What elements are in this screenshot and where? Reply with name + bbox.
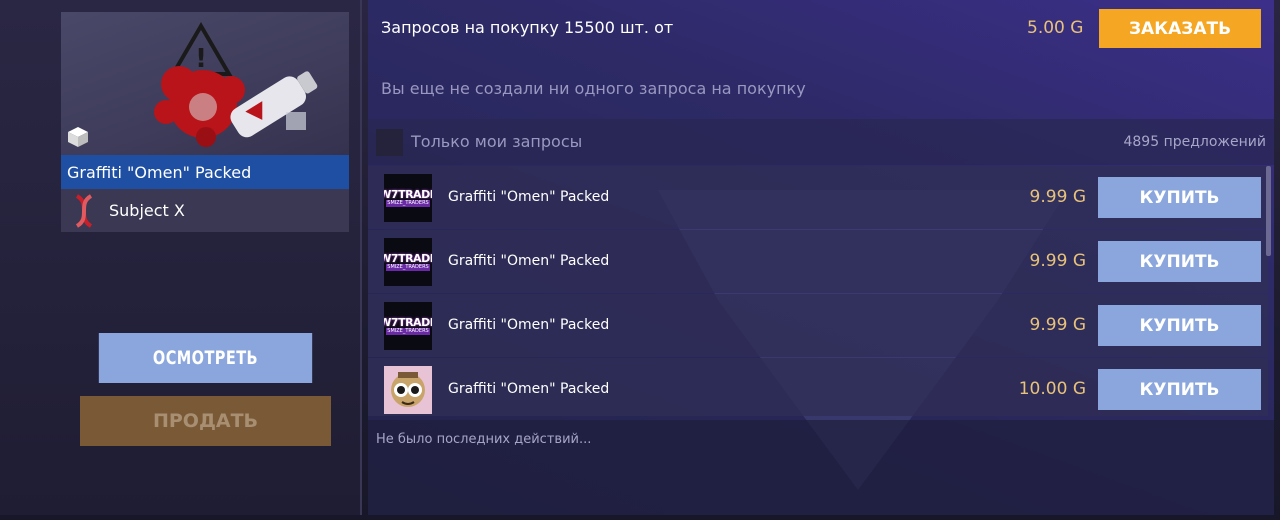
listing-price-value: 9.99	[1029, 251, 1068, 271]
listing-name: Graffiti "Omen" Packed	[448, 189, 610, 205]
svg-text:!: !	[195, 44, 207, 74]
graffiti-artwork: !	[154, 22, 318, 147]
graffiti-omen-spray-image: !	[61, 12, 349, 155]
seller-avatar: W7TRADE SMIZE_TRADERS	[384, 174, 432, 222]
gold-currency-icon: G	[1072, 187, 1086, 207]
listing-price-value: 10.00	[1018, 379, 1068, 399]
buy-button[interactable]: КУПИТЬ	[1098, 305, 1261, 346]
gold-currency-icon: G	[1070, 18, 1084, 38]
only-mine-checkbox[interactable]	[376, 129, 403, 156]
listing-row: W7TRADE SMIZE_TRADERS Graffiti "Omen" Pa…	[368, 230, 1268, 293]
item-info-panel: ! Graffiti "Omen" Packed Subject X ОСМОТ…	[0, 0, 362, 515]
listings-scrollbar[interactable]	[1266, 166, 1271, 256]
item-name: Graffiti "Omen" Packed	[61, 155, 349, 189]
avatar-subtext: SMIZE_TRADERS	[386, 328, 430, 335]
recent-activity-text: Не было последних действий...	[376, 432, 592, 447]
listing-price-value: 9.99	[1029, 315, 1068, 335]
cartoon-character-icon	[384, 366, 432, 414]
avatar-subtext: SMIZE_TRADERS	[386, 200, 430, 207]
request-price-value: 5.00	[1027, 18, 1065, 38]
listing-row: Graffiti "Omen" Packed 10.00 G КУПИТЬ	[368, 358, 1268, 416]
recent-activity-bar: Не было последних действий...	[368, 420, 1274, 515]
seller-avatar: W7TRADE SMIZE_TRADERS	[384, 302, 432, 350]
listing-name: Graffiti "Omen" Packed	[448, 253, 610, 269]
avatar-subtext: SMIZE_TRADERS	[386, 264, 430, 271]
item-card: ! Graffiti "Omen" Packed Subject X	[61, 12, 349, 232]
listing-name: Graffiti "Omen" Packed	[448, 317, 610, 333]
listing-row: W7TRADE SMIZE_TRADERS Graffiti "Omen" Pa…	[368, 294, 1268, 357]
listing-price: 10.00 G	[1019, 379, 1086, 399]
offers-count: 4895 предложений	[1123, 134, 1266, 150]
inspect-button-label: ОСМОТРЕТЬ	[152, 347, 259, 369]
filter-bar: Только мои запросы 4895 предложений	[368, 119, 1274, 165]
inspect-button[interactable]: ОСМОТРЕТЬ	[98, 333, 313, 383]
gold-currency-icon: G	[1072, 315, 1086, 335]
collection-name: Subject X	[109, 201, 185, 220]
listing-row: W7TRADE SMIZE_TRADERS Graffiti "Omen" Pa…	[368, 166, 1268, 229]
collection-row: Subject X	[61, 189, 349, 232]
avatar-text: W7TRADE	[384, 316, 432, 329]
listing-price: 9.99 G	[1030, 251, 1086, 271]
sell-button[interactable]: ПРОДАТЬ	[80, 396, 331, 446]
no-requests-message: Вы еще не создали ни одного запроса на п…	[381, 79, 806, 98]
buy-button[interactable]: КУПИТЬ	[1098, 241, 1261, 282]
buy-requests-text: Запросов на покупку 15500 шт. от	[381, 18, 674, 37]
buy-button-label: КУПИТЬ	[1139, 315, 1220, 336]
listings-list: W7TRADE SMIZE_TRADERS Graffiti "Omen" Pa…	[368, 166, 1268, 416]
buy-button[interactable]: КУПИТЬ	[1098, 369, 1261, 410]
order-button-label: ЗАКАЗАТЬ	[1128, 18, 1232, 39]
only-mine-label: Только мои запросы	[411, 132, 583, 151]
buy-button-label: КУПИТЬ	[1139, 187, 1220, 208]
seller-avatar-cartoon	[384, 366, 432, 414]
listing-price: 9.99 G	[1030, 315, 1086, 335]
buy-requests-row: Запросов на покупку 15500 шт. от 5.00 G …	[368, 0, 1274, 56]
seller-avatar: W7TRADE SMIZE_TRADERS	[384, 238, 432, 286]
avatar-text: W7TRADE	[384, 188, 432, 201]
listing-name: Graffiti "Omen" Packed	[448, 381, 610, 397]
sell-button-label: ПРОДАТЬ	[152, 410, 259, 432]
package-icon	[66, 125, 90, 149]
gold-currency-icon: G	[1072, 379, 1086, 399]
gold-currency-icon: G	[1072, 251, 1086, 271]
buy-button-label: КУПИТЬ	[1139, 251, 1220, 272]
market-panel: Запросов на покупку 15500 шт. от 5.00 G …	[368, 0, 1274, 515]
listing-price: 9.99 G	[1030, 187, 1086, 207]
buy-button-label: КУПИТЬ	[1139, 379, 1220, 400]
order-button[interactable]: ЗАКАЗАТЬ	[1099, 9, 1261, 48]
buy-button[interactable]: КУПИТЬ	[1098, 177, 1261, 218]
avatar-text: W7TRADE	[384, 252, 432, 265]
request-price: 5.00 G	[1027, 18, 1083, 38]
dna-collection-icon	[71, 193, 97, 228]
listing-price-value: 9.99	[1029, 187, 1068, 207]
